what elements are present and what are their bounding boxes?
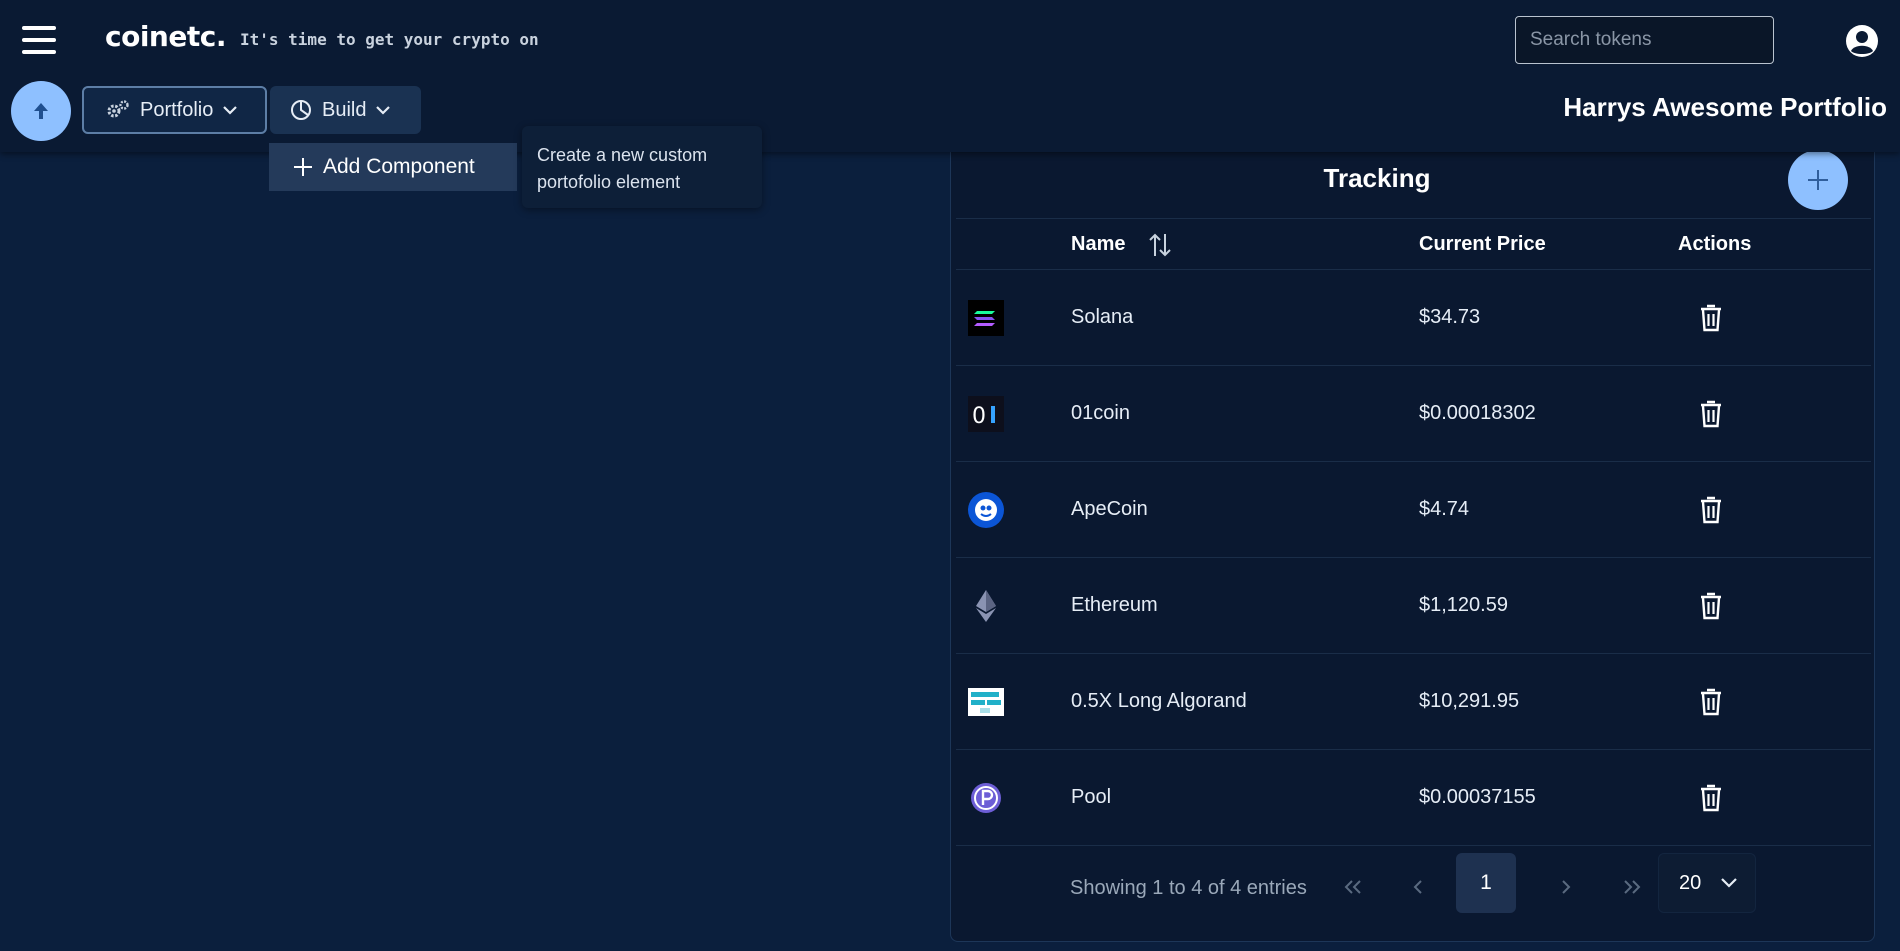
plus-icon	[1808, 170, 1828, 190]
table-row: 0 01coin $0.00018302	[956, 366, 1871, 462]
token-name: Pool	[1071, 786, 1112, 808]
scroll-up-button[interactable]	[11, 81, 71, 141]
table-row: Ethereum $1,120.59	[956, 558, 1871, 654]
token-price: $10,291.95	[1419, 690, 1520, 712]
table-header: Name Current Price Actions	[956, 218, 1871, 270]
double-chevron-left-icon	[1344, 880, 1361, 894]
token-price: $4.74	[1419, 498, 1470, 520]
build-dropdown-button[interactable]: Build	[270, 86, 421, 134]
chevron-down-icon	[223, 106, 238, 115]
gears-icon	[107, 100, 129, 118]
sort-icon[interactable]	[1148, 232, 1172, 258]
page-1-button[interactable]: 1	[1456, 853, 1516, 913]
tracking-title: Tracking	[1323, 163, 1431, 193]
table-row: Pool $0.00037155	[956, 750, 1871, 846]
first-page-button[interactable]	[1333, 867, 1373, 907]
add-component-tooltip: Create a new custom portofolio element	[522, 126, 762, 208]
user-account-icon[interactable]	[1845, 24, 1879, 58]
token-name: Ethereum	[1071, 594, 1158, 616]
portfolio-label: Portfolio	[140, 98, 214, 121]
table-row: Solana $34.73	[956, 270, 1871, 366]
rows-per-page-select[interactable]: 20	[1658, 853, 1756, 913]
column-header-actions: Actions	[1678, 233, 1752, 255]
previous-page-button[interactable]	[1398, 867, 1438, 907]
table-row: 0.5X Long Algorand $10,291.95	[956, 654, 1871, 750]
rows-per-page-value: 20	[1679, 871, 1702, 894]
chevron-left-icon	[1413, 880, 1422, 894]
trash-icon[interactable]	[1698, 687, 1724, 717]
trash-icon[interactable]	[1698, 303, 1724, 333]
pie-chart-icon	[291, 100, 311, 120]
pool-logo-icon	[971, 783, 1001, 813]
algorand-half-long-logo-icon	[968, 688, 1004, 716]
token-price: $0.00037155	[1419, 786, 1536, 808]
brand-logo[interactable]: coinetc.	[105, 20, 226, 53]
add-component-menu-item[interactable]: Add Component	[269, 143, 517, 191]
add-component-label: Add Component	[323, 155, 475, 178]
next-page-button[interactable]	[1546, 867, 1586, 907]
token-name: 0.5X Long Algorand	[1071, 690, 1247, 712]
trash-icon[interactable]	[1698, 495, 1724, 525]
arrow-up-icon	[34, 103, 48, 119]
token-price: $34.73	[1419, 306, 1481, 328]
01coin-logo-icon: 0	[968, 396, 1004, 432]
tracking-card: Tracking Name Current Price Actions Sola…	[950, 140, 1875, 942]
apecoin-logo-icon	[968, 492, 1004, 528]
trash-icon[interactable]	[1698, 591, 1724, 621]
double-chevron-right-icon	[1624, 880, 1641, 894]
ethereum-logo-icon	[976, 590, 996, 622]
chevron-right-icon	[1562, 880, 1571, 894]
entries-summary: Showing 1 to 4 of 4 entries	[1070, 877, 1307, 899]
token-name: ApeCoin	[1071, 498, 1148, 520]
trash-icon[interactable]	[1698, 399, 1724, 429]
svg-text:0: 0	[972, 404, 986, 429]
portfolio-title: Harrys Awesome Portfolio	[1563, 92, 1887, 122]
search-input[interactable]	[1515, 16, 1774, 64]
last-page-button[interactable]	[1612, 867, 1652, 907]
add-token-button[interactable]	[1788, 150, 1848, 210]
tagline: It's time to get your crypto on	[240, 30, 539, 49]
chevron-down-icon	[1721, 878, 1738, 888]
token-name: 01coin	[1071, 402, 1130, 424]
token-name: Solana	[1071, 306, 1134, 328]
chevron-down-icon	[376, 106, 391, 115]
table-row: ApeCoin $4.74	[956, 462, 1871, 558]
portfolio-dropdown-button[interactable]: Portfolio	[82, 86, 267, 134]
token-price: $0.00018302	[1419, 402, 1536, 424]
hamburger-menu-icon[interactable]	[22, 26, 56, 54]
column-header-price: Current Price	[1419, 233, 1546, 255]
solana-logo-icon	[968, 300, 1004, 336]
top-bar: coinetc. It's time to get your crypto on…	[0, 0, 1900, 152]
build-label: Build	[322, 98, 367, 121]
column-header-name[interactable]: Name	[1071, 233, 1125, 256]
trash-icon[interactable]	[1698, 783, 1724, 813]
pagination-bar: Showing 1 to 4 of 4 entries 1 20	[951, 853, 1874, 923]
token-price: $1,120.59	[1419, 594, 1508, 616]
plus-icon	[294, 158, 312, 176]
